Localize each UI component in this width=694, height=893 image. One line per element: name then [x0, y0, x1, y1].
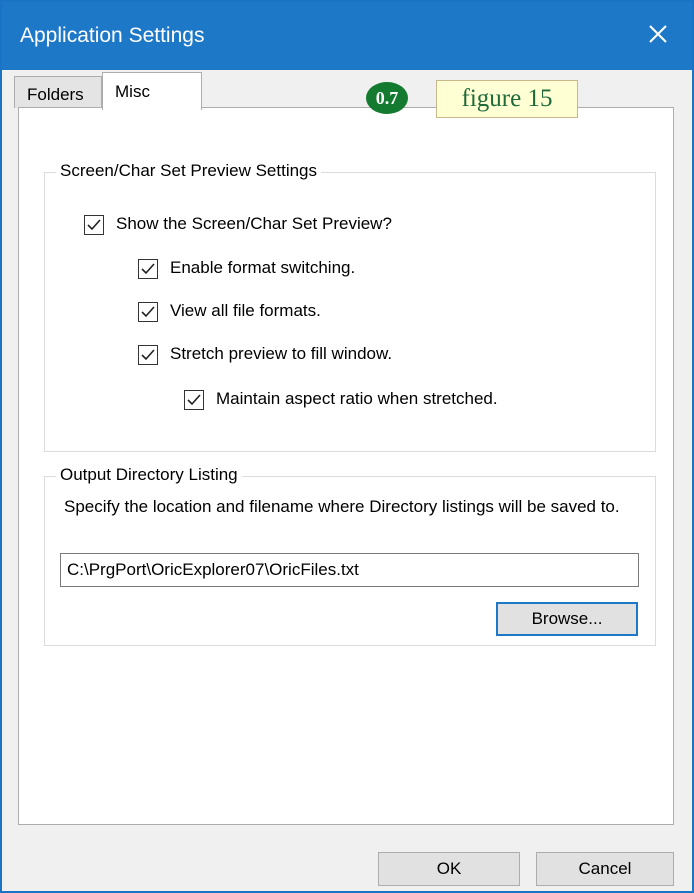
checkmark-icon — [87, 219, 101, 231]
title-bar: Application Settings — [2, 2, 692, 70]
checkmark-icon — [187, 394, 201, 406]
show-preview-label: Show the Screen/Char Set Preview? — [116, 214, 392, 233]
checkmark-icon — [141, 349, 155, 361]
checkbox-box[interactable] — [184, 390, 204, 410]
ok-button[interactable]: OK — [378, 852, 520, 886]
stretch-preview-label: Stretch preview to fill window. — [170, 344, 393, 363]
enable-format-switching-label: Enable format switching. — [170, 258, 356, 277]
tab-misc[interactable]: Misc — [102, 72, 202, 110]
preview-settings-legend: Screen/Char Set Preview Settings — [56, 161, 322, 181]
view-all-formats-label: View all file formats. — [170, 301, 321, 320]
tab-folders[interactable]: Folders — [14, 76, 102, 108]
tab-folders-label: Folders — [27, 85, 84, 104]
checkmark-icon — [141, 306, 155, 318]
annotation-badge: 0.7 — [366, 82, 408, 114]
cancel-button[interactable]: Cancel — [536, 852, 674, 886]
browse-button[interactable]: Browse... — [496, 602, 638, 636]
window-title: Application Settings — [20, 24, 205, 47]
output-description: Specify the location and filename where … — [64, 497, 620, 516]
output-path-input[interactable] — [60, 553, 639, 587]
output-directory-legend: Output Directory Listing — [56, 465, 242, 485]
tab-misc-label: Misc — [115, 82, 150, 101]
figure-label: figure 15 — [436, 80, 578, 118]
checkbox-box[interactable] — [138, 302, 158, 322]
checkbox-box[interactable] — [138, 345, 158, 365]
maintain-aspect-label: Maintain aspect ratio when stretched. — [216, 389, 498, 408]
checkbox-box[interactable] — [138, 259, 158, 279]
checkmark-icon — [141, 263, 155, 275]
close-icon[interactable] — [644, 20, 672, 48]
checkbox-box[interactable] — [84, 215, 104, 235]
